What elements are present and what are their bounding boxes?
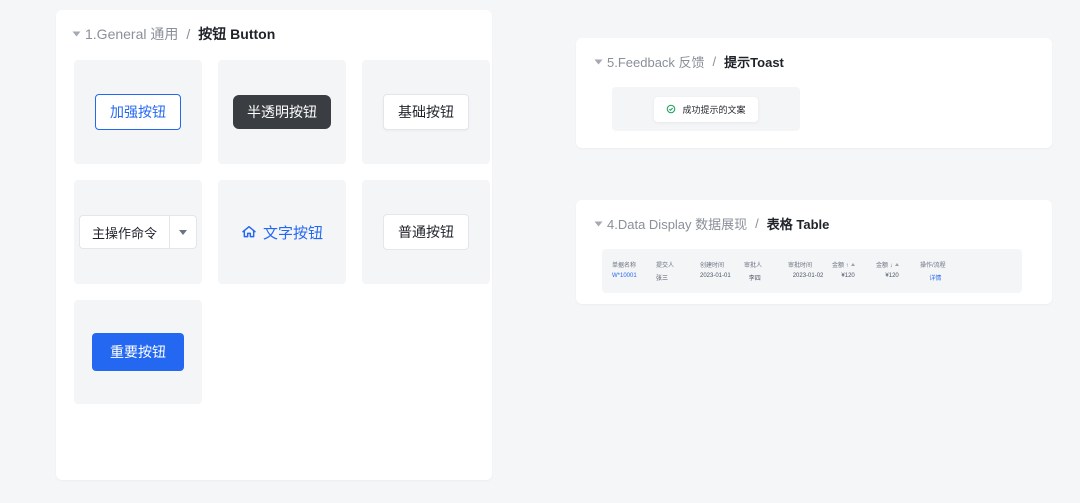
basic-button[interactable]: 基础按钮 [383,94,469,130]
table-cell: 张三 [656,273,682,282]
split-button[interactable]: 主操作命令 [79,215,197,249]
table-cell: 2023-01-01 [700,273,731,282]
table-header: 单据名称 [612,260,638,269]
table-header: 审批时间 [788,260,814,269]
cell-primary: 重要按钮 [74,300,202,404]
breadcrumb-separator: / [186,26,190,42]
home-icon [241,224,257,240]
breadcrumb-current: 表格 Table [767,214,830,233]
cell-default: 普通按钮 [362,180,490,284]
table-cell: 2023-01-02 [793,273,824,282]
success-toast: 成功提示的文案 [654,97,757,122]
table-thumbnail[interactable]: 单据名称 提交人 创建时间 审批人 审批时间 金额 ↑ 金额 ↓ 操作/流程 W… [602,249,1022,293]
chevron-down-icon [179,230,187,235]
table-cell: 详情 [929,273,955,282]
text-icon-button-label: 文字按钮 [263,222,323,243]
toast-text: 成功提示的文案 [682,103,745,116]
collapse-triangle-icon [595,59,603,64]
cell-basic: 基础按钮 [362,60,490,164]
collapse-triangle-icon [73,32,81,37]
collapse-triangle-icon [595,221,603,226]
table-header-sort: 金额 ↓ [876,260,902,269]
table-cell: ¥120 [885,273,911,282]
split-button-caret[interactable] [169,215,197,249]
table-cell: W*10001 [612,273,638,282]
check-circle-icon [666,104,676,114]
panel-general-buttons: 1.General 通用 / 按钮 Button 加强按钮 半透明按钮 基础按钮… [56,10,492,480]
panel-feedback-toast: 5.Feedback 反馈 / 提示Toast 成功提示的文案 [576,38,1052,148]
table-header: 提交人 [656,260,682,269]
toast-preview-cell: 成功提示的文案 [612,87,800,131]
table-row: W*10001 张三 2023-01-01 李四 2023-01-02 ¥120… [612,273,1012,282]
panel-title-general[interactable]: 1.General 通用 / 按钮 Button [74,24,474,44]
breadcrumb-category: 4.Data Display 数据展现 [607,214,747,233]
cell-semi: 半透明按钮 [218,60,346,164]
semitransparent-button[interactable]: 半透明按钮 [233,95,331,129]
table-header-row: 单据名称 提交人 创建时间 审批人 审批时间 金额 ↑ 金额 ↓ 操作/流程 [612,260,1012,269]
panel-title-datadisplay[interactable]: 4.Data Display 数据展现 / 表格 Table [596,214,1032,233]
table-header: 操作/流程 [920,260,946,269]
split-button-label: 主操作命令 [79,215,169,249]
table-cell: ¥120 [841,273,867,282]
cell-enhanced: 加强按钮 [74,60,202,164]
breadcrumb-current: 按钮 Button [198,24,275,44]
button-variants-grid: 加强按钮 半透明按钮 基础按钮 主操作命令 文字按钮 [74,60,474,404]
table-header-sort: 金额 ↑ [832,260,858,269]
panel-title-feedback[interactable]: 5.Feedback 反馈 / 提示Toast [596,52,1032,71]
breadcrumb-separator: / [713,54,717,69]
breadcrumb-separator: / [755,216,759,231]
cell-split: 主操作命令 [74,180,202,284]
cell-texticon: 文字按钮 [218,180,346,284]
text-icon-button[interactable]: 文字按钮 [241,222,323,243]
table-header: 创建时间 [700,260,726,269]
panel-data-display-table: 4.Data Display 数据展现 / 表格 Table 单据名称 提交人 … [576,200,1052,304]
enhanced-button[interactable]: 加强按钮 [95,94,181,130]
default-button[interactable]: 普通按钮 [383,214,469,250]
table-cell: 李四 [749,273,775,282]
primary-button[interactable]: 重要按钮 [92,333,184,371]
breadcrumb-current: 提示Toast [724,52,784,71]
table-header: 审批人 [744,260,770,269]
breadcrumb-category: 1.General 通用 [85,24,178,44]
breadcrumb-category: 5.Feedback 反馈 [607,52,705,71]
